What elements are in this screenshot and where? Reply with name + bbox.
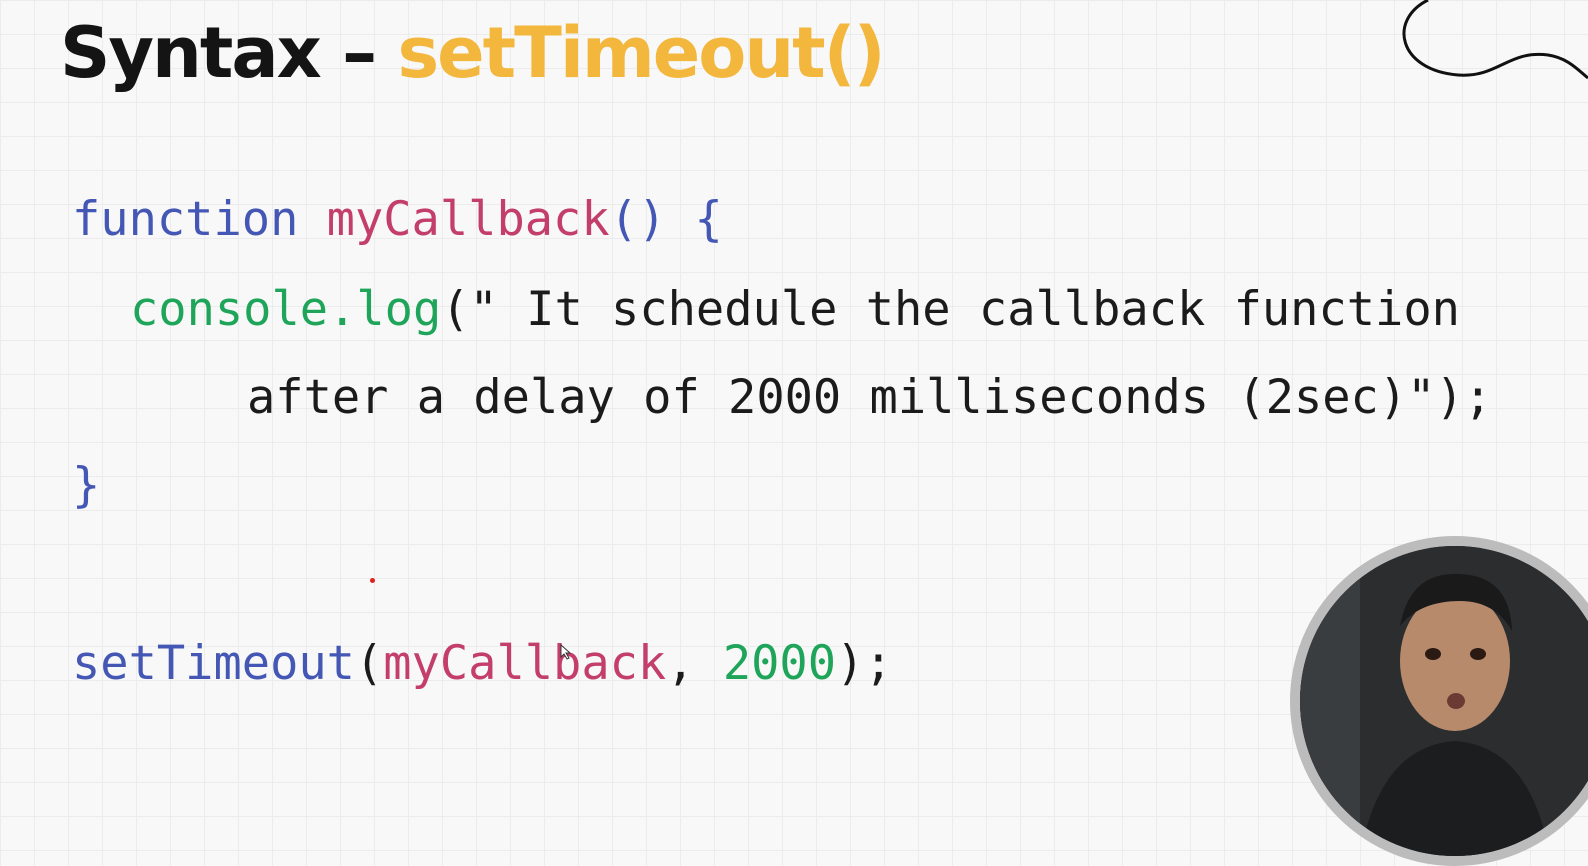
mouse-cursor-icon (560, 644, 572, 660)
decorative-swirl-icon (1402, 0, 1588, 80)
settimeout-callback-arg: myCallback (383, 636, 667, 691)
slide-title: Syntax – setTimeout() (60, 12, 886, 94)
function-name: myCallback (326, 192, 610, 247)
console-log-string-part2: after a delay of 2000 milliseconds (2sec… (247, 370, 1493, 425)
title-accent: setTimeout() (397, 12, 885, 94)
console-log-string-part1: (" It schedule the callback function (441, 282, 1460, 337)
closing-brace: } (72, 458, 101, 513)
keyword-function: function (72, 192, 299, 247)
code-line-console-log: console.log(" It schedule the callback f… (130, 282, 1460, 337)
settimeout-open-paren: ( (354, 636, 384, 691)
settimeout-separator: , (666, 636, 723, 691)
console-log-call: console.log (130, 282, 442, 337)
function-parens-brace: () { (609, 192, 723, 247)
code-line-function-declaration: function myCallback() { (72, 192, 723, 247)
code-line-settimeout: setTimeout(myCallback, 2000); (72, 636, 893, 691)
presenter-silhouette-icon (1300, 546, 1588, 856)
laser-pointer-dot (370, 578, 375, 583)
title-main: Syntax – (60, 12, 398, 94)
code-line-closing-brace: } (72, 458, 100, 513)
settimeout-close: ); (836, 636, 893, 691)
presenter-webcam (1290, 536, 1588, 866)
settimeout-call: setTimeout (72, 636, 355, 691)
code-line-string-continuation: after a delay of 2000 milliseconds (2sec… (247, 370, 1492, 425)
settimeout-delay-arg: 2000 (722, 636, 837, 691)
